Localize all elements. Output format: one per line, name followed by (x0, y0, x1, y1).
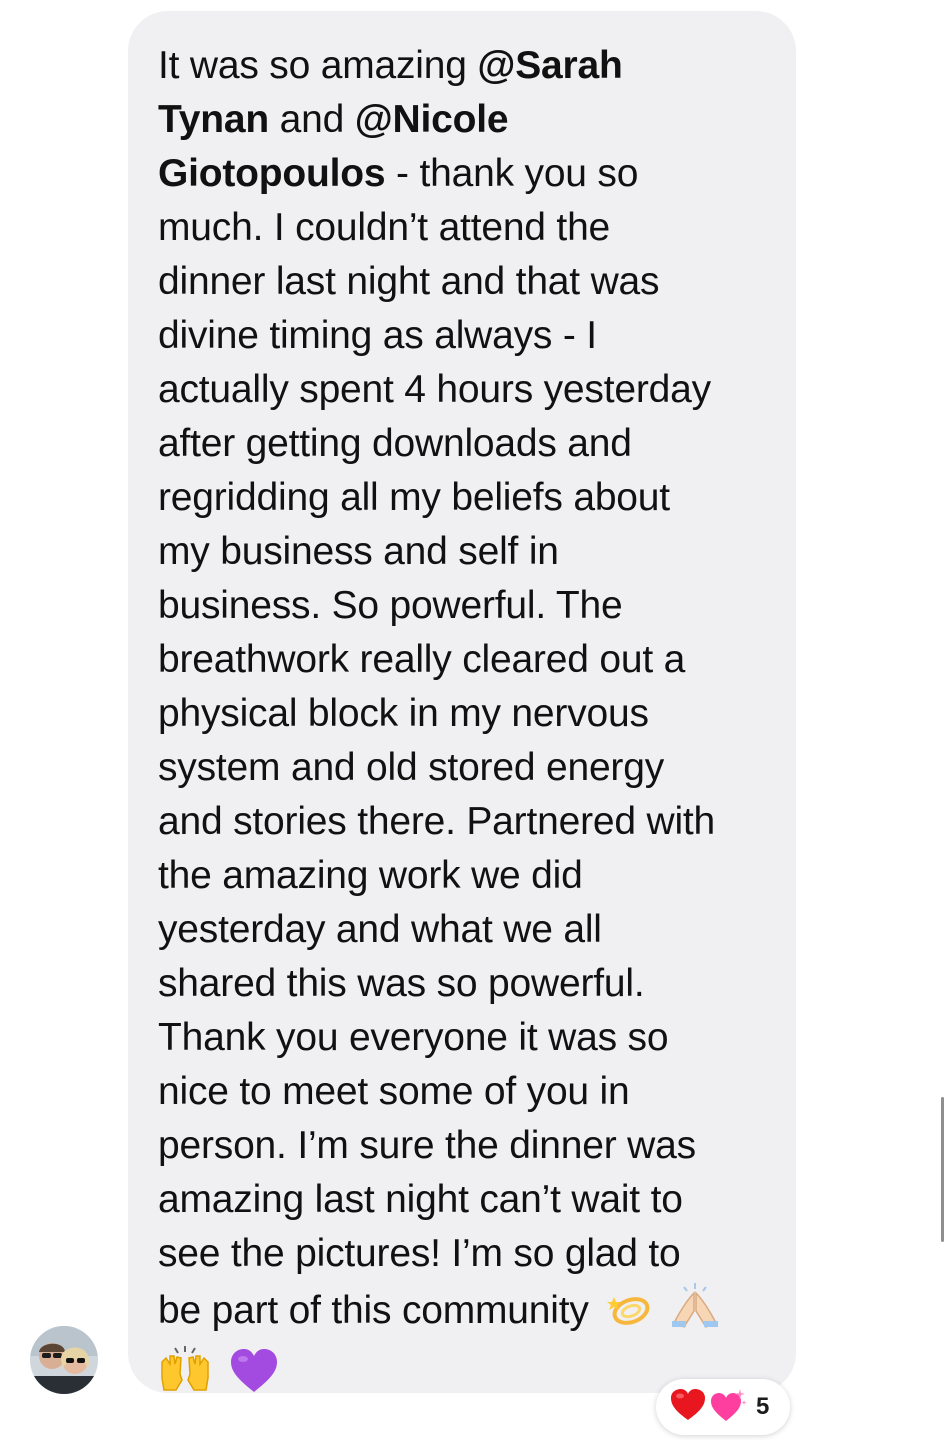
comment-line: yesterday and what we all (158, 908, 602, 951)
comment-line: regridding all my beliefs about (158, 476, 670, 519)
comment-line: person. I’m sure the dinner was (158, 1124, 696, 1167)
comment-line: breathwork really cleared out a (158, 638, 686, 681)
comment-line: Thank you everyone it was so (158, 1016, 669, 1059)
comment-line: nice to meet some of you in (158, 1070, 630, 1113)
folded-hands-icon (670, 1281, 720, 1344)
comment-line: amazing last night can’t wait to (158, 1178, 683, 1221)
raising-hands-icon (158, 1344, 212, 1409)
comment-line: divine timing as always - I (158, 314, 597, 357)
comment-line: Giotopoulos - thank you so (158, 147, 776, 201)
comment-line: be part of this community (158, 1281, 776, 1344)
mention-sarah[interactable]: @Sarah (477, 44, 622, 87)
comment-text: - thank you so (385, 152, 639, 195)
comment-line: system and old stored energy (158, 746, 665, 789)
commenter-avatar[interactable] (30, 1326, 98, 1394)
mention-nicole[interactable]: @Nicole (355, 98, 509, 141)
comment-line: much. I couldn’t attend the (158, 206, 611, 249)
comment-bubble[interactable]: It was so amazing @Sarah Tynan and @Nico… (128, 11, 796, 1393)
comment-line: the amazing work we did (158, 854, 583, 897)
comment-text: It was so amazing (158, 44, 478, 87)
mention-sarah-cont[interactable]: Tynan (158, 98, 269, 141)
comment-text: and (268, 98, 355, 141)
mention-nicole-cont[interactable]: Giotopoulos (158, 152, 386, 195)
sparkling-heart-icon (710, 1388, 748, 1427)
purple-heart-icon (229, 1348, 279, 1409)
comment-line: business. So powerful. The (158, 584, 623, 627)
comment-line: my business and self in (158, 530, 559, 573)
comment-line: after getting downloads and (158, 422, 632, 465)
comment-line: Tynan and @Nicole (158, 93, 776, 147)
reaction-count: 5 (756, 1393, 770, 1420)
comment-line: shared this was so powerful. (158, 962, 645, 1005)
comment-line: dinner last night and that was (158, 260, 660, 303)
comment-text: be part of this community (158, 1289, 589, 1332)
comment-line: and stories there. Partnered with (158, 800, 716, 843)
red-heart-icon (670, 1388, 706, 1427)
comment-line: actually spent 4 hours yesterday (158, 368, 711, 411)
comment-line: It was so amazing @Sarah (158, 39, 776, 93)
comment-line: see the pictures! I’m so glad to (158, 1232, 681, 1275)
dizzy-emoji-icon (605, 1289, 653, 1344)
reaction-summary[interactable]: 5 (656, 1379, 790, 1435)
comment-line: physical block in my nervous (158, 692, 649, 735)
